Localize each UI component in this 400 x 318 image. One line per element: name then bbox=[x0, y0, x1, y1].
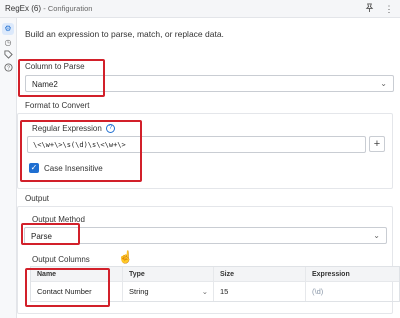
case-insensitive-checkbox[interactable]: ✓ bbox=[29, 163, 39, 173]
regex-label: Regular Expression bbox=[32, 124, 102, 133]
more-icon[interactable]: ⋮ bbox=[383, 3, 395, 15]
side-rail: ⚙ ◷ ? bbox=[0, 18, 17, 318]
output-method-select[interactable]: Parse ⌄ bbox=[24, 227, 387, 244]
output-label: Output bbox=[25, 194, 50, 203]
output-columns-table: Name Type Size Expression Contact Number… bbox=[30, 266, 400, 302]
regex-input[interactable]: \<\w+\>\s(\d)\s\<\w+\> bbox=[27, 136, 366, 153]
expression-cell: (\d) bbox=[312, 287, 324, 296]
regex-value: \<\w+\>\s(\d)\s\<\w+\> bbox=[33, 141, 126, 149]
title-bar: RegEx (6) - Configuration ⋮ bbox=[0, 0, 400, 18]
case-insensitive-label: Case Insensitive bbox=[44, 164, 103, 173]
window-title: RegEx (6) - Configuration bbox=[5, 4, 92, 13]
tool-name: RegEx (6) bbox=[5, 4, 42, 13]
table-header-row: Name Type Size Expression bbox=[31, 267, 399, 282]
hand-cursor-icon: ☝ bbox=[118, 250, 133, 264]
configuration-panel: Build an expression to parse, match, or … bbox=[17, 18, 400, 318]
column-header-type: Type bbox=[123, 267, 214, 281]
output-columns-label: Output Columns bbox=[32, 255, 90, 264]
pin-icon[interactable] bbox=[363, 3, 375, 15]
output-method-label: Output Method bbox=[32, 215, 85, 224]
history-icon[interactable]: ◷ bbox=[2, 37, 14, 49]
column-header-size: Size bbox=[214, 267, 306, 281]
settings-icon[interactable]: ⚙ bbox=[2, 23, 14, 35]
type-value: String bbox=[129, 287, 149, 296]
tag-icon[interactable] bbox=[2, 50, 14, 62]
name-cell[interactable]: Contact Number bbox=[31, 282, 123, 301]
chevron-down-icon: ⌄ bbox=[380, 79, 387, 88]
table-row: Contact Number String ⌄ 15 (\d) bbox=[31, 282, 399, 301]
intro-text: Build an expression to parse, match, or … bbox=[25, 29, 224, 39]
chevron-down-icon: ⌄ bbox=[373, 231, 380, 240]
column-to-parse-value: Name2 bbox=[32, 80, 58, 89]
column-header-name: Name bbox=[31, 267, 123, 281]
column-header-expression: Expression bbox=[312, 271, 350, 278]
help-icon[interactable]: ? bbox=[106, 124, 115, 133]
svg-text:?: ? bbox=[7, 66, 10, 72]
chevron-down-icon: ⌄ bbox=[201, 287, 208, 296]
output-method-value: Parse bbox=[31, 232, 52, 241]
window-subtitle: - Configuration bbox=[43, 4, 93, 13]
column-to-parse-label: Column to Parse bbox=[25, 62, 85, 71]
help-icon[interactable]: ? bbox=[2, 63, 14, 75]
format-to-convert-label: Format to Convert bbox=[25, 101, 90, 110]
add-expression-button[interactable]: + bbox=[369, 136, 385, 152]
size-cell[interactable]: 15 bbox=[214, 282, 306, 301]
type-select[interactable]: String ⌄ bbox=[123, 282, 214, 301]
column-to-parse-select[interactable]: Name2 ⌄ bbox=[25, 75, 394, 92]
